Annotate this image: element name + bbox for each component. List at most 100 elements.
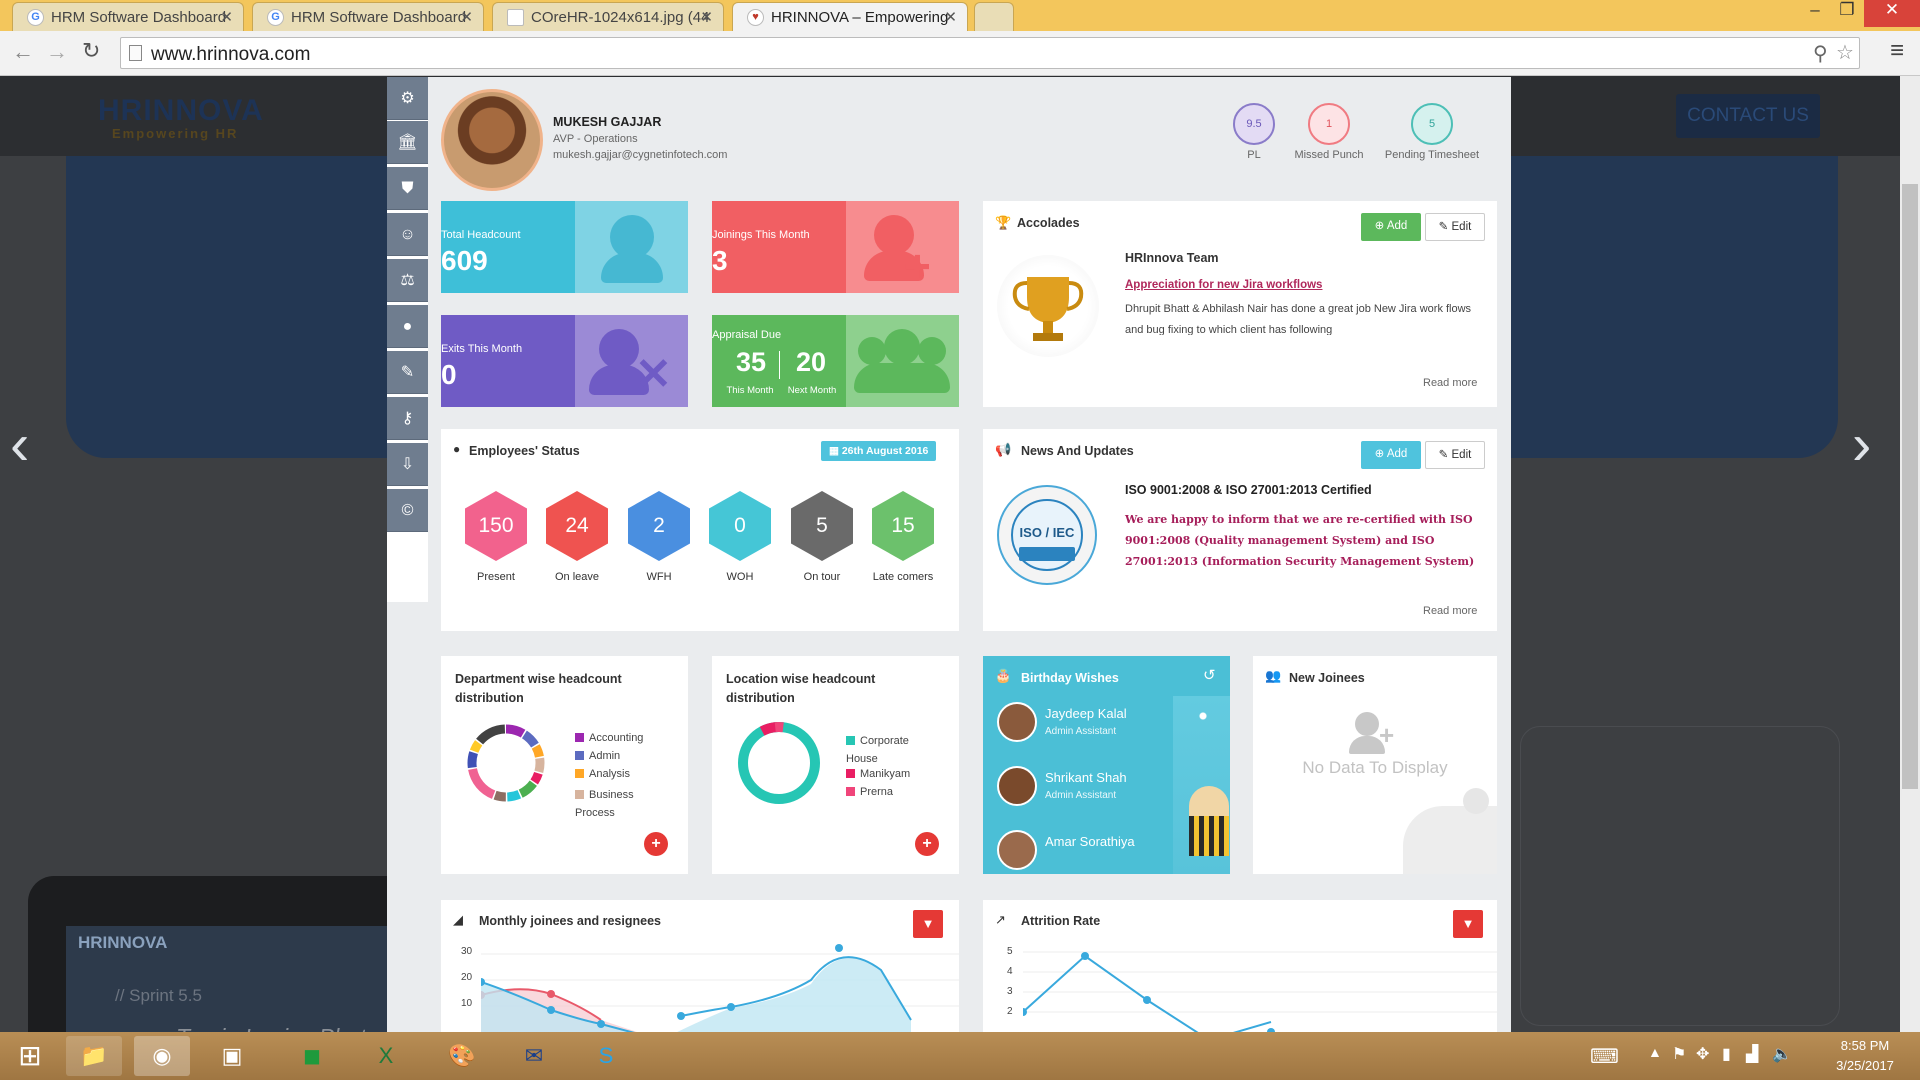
- forward-icon[interactable]: →: [46, 39, 68, 65]
- gear-icon[interactable]: ⚙: [387, 77, 428, 120]
- google-icon: G: [267, 9, 284, 26]
- late-comers-hexagon[interactable]: 15: [872, 491, 934, 561]
- bank-icon[interactable]: 🏛: [387, 121, 428, 164]
- file-explorer-icon[interactable]: 📁: [66, 1036, 122, 1076]
- minimize-icon[interactable]: –: [1800, 0, 1830, 27]
- carousel-next-icon[interactable]: ›: [1852, 411, 1871, 478]
- back-icon[interactable]: ←: [12, 39, 34, 65]
- battery-icon[interactable]: ▮: [1722, 1044, 1731, 1064]
- woh-label: WOH: [726, 571, 754, 583]
- filter-button[interactable]: ▼: [1453, 910, 1483, 938]
- excel-icon[interactable]: X: [358, 1036, 414, 1076]
- monthly-line-chart: [481, 944, 959, 1032]
- browser-tab-strip: G HRM Software Dashboard ✕ G HRM Softwar…: [0, 0, 1920, 31]
- birthday-card: 🎂 Birthday Wishes ↺ Jaydeep Kalal Admin …: [983, 656, 1230, 874]
- remove-user-icon: [599, 329, 639, 369]
- accolades-read-more[interactable]: Read more: [1423, 377, 1477, 389]
- accessibility-icon[interactable]: ☺: [387, 213, 428, 256]
- bookmark-star-icon[interactable]: ☆: [1836, 40, 1854, 65]
- download-icon[interactable]: ⇩: [387, 443, 428, 486]
- joinings-tile[interactable]: + Joinings This Month 3: [712, 201, 959, 293]
- expand-plus-button[interactable]: +: [915, 832, 939, 856]
- carousel-prev-icon[interactable]: ‹: [10, 411, 29, 478]
- browser-tab[interactable]: G HRM Software Dashboard ✕: [12, 2, 244, 31]
- on-tour-hexagon[interactable]: 5: [791, 491, 853, 561]
- user-icon[interactable]: ●: [387, 305, 428, 348]
- add-user-icon: 👥: [1265, 668, 1282, 683]
- tag-icon[interactable]: ✎: [387, 351, 428, 394]
- maximize-icon[interactable]: ❐: [1832, 0, 1862, 27]
- scrollbar-thumb[interactable]: [1902, 184, 1918, 789]
- pending-timesheet-counter[interactable]: 5: [1411, 103, 1453, 145]
- keyboard-icon[interactable]: ⌨: [1590, 1044, 1619, 1069]
- add-news-button[interactable]: ⊕ Add: [1361, 441, 1421, 469]
- close-icon[interactable]: ✕: [944, 8, 957, 26]
- browser-tab[interactable]: G HRM Software Dashboard ✕: [252, 2, 484, 31]
- shield-icon[interactable]: ⛊: [387, 167, 428, 210]
- store-icon[interactable]: ◼: [284, 1036, 340, 1076]
- browser-tab-active[interactable]: ♥ HRINNOVA – Empowering ✕: [732, 2, 968, 31]
- status-date-badge[interactable]: ▦ 26th August 2016: [821, 441, 937, 461]
- attrition-chart-title: Attrition Rate: [1021, 914, 1101, 928]
- app-window-icon[interactable]: ▣: [204, 1036, 260, 1076]
- monthly-chart-card: ◢ Monthly joinees and resignees ▼ 30 20 …: [441, 900, 959, 1032]
- news-title: News And Updates: [1021, 444, 1134, 458]
- y-tick: 4: [1007, 966, 1013, 977]
- copyright-icon[interactable]: ©: [387, 489, 428, 532]
- add-accolade-button[interactable]: ⊕ Add: [1361, 213, 1421, 241]
- appraisal-tile[interactable]: Appraisal Due 35 20 This Month Next Mont…: [712, 315, 959, 407]
- new-joinees-card: 👥 New Joinees + No Data To Display: [1253, 656, 1497, 874]
- reload-icon[interactable]: ↻: [82, 38, 100, 64]
- new-tab-button[interactable]: [974, 2, 1014, 31]
- close-icon[interactable]: ✕: [220, 8, 233, 26]
- paint-icon[interactable]: 🎨: [434, 1036, 490, 1076]
- browser-tab[interactable]: COreHR-1024x614.jpg (44 ✕: [492, 2, 724, 31]
- chrome-icon[interactable]: ◉: [134, 1036, 190, 1076]
- edit-label: Edit: [1451, 221, 1472, 233]
- wfh-hexagon[interactable]: 2: [628, 491, 690, 561]
- contact-us-button[interactable]: CONTACT US: [1676, 94, 1820, 138]
- skype-icon[interactable]: S: [578, 1036, 634, 1076]
- close-window-icon[interactable]: ✕: [1864, 0, 1920, 27]
- on-leave-label: On leave: [554, 571, 600, 583]
- pl-counter[interactable]: 9.5: [1233, 103, 1275, 145]
- cupcake-frosting: [1189, 786, 1229, 820]
- volume-icon[interactable]: 🔈: [1772, 1044, 1792, 1064]
- url-field[interactable]: www.hrinnova.com ⚲ ☆: [120, 37, 1860, 69]
- mail-icon[interactable]: ✉: [506, 1036, 562, 1076]
- flag-icon[interactable]: ⚑: [1672, 1044, 1686, 1064]
- attrition-line-chart: [1023, 951, 1497, 1032]
- profile-title: AVP - Operations: [553, 133, 638, 145]
- birthday-name: Shrikant Shah: [1045, 770, 1127, 785]
- clock-date[interactable]: 3/25/2017: [1820, 1058, 1910, 1073]
- accolade-link[interactable]: Appreciation for new Jira workflows: [1125, 279, 1322, 291]
- clock-time[interactable]: 8:58 PM: [1820, 1038, 1910, 1053]
- refresh-icon[interactable]: ↺: [1203, 666, 1216, 684]
- expand-plus-button[interactable]: +: [644, 832, 668, 856]
- missed-punch-counter[interactable]: 1: [1308, 103, 1350, 145]
- trophy-icon: 🏆: [995, 215, 1012, 230]
- on-leave-hexagon[interactable]: 24: [546, 491, 608, 561]
- edit-news-button[interactable]: ✎ Edit: [1425, 441, 1485, 469]
- legend-item: Admin: [575, 750, 620, 762]
- woh-hexagon[interactable]: 0: [709, 491, 771, 561]
- y-tick: 2: [1007, 1006, 1013, 1017]
- signal-icon[interactable]: ▟: [1746, 1044, 1758, 1064]
- exits-tile[interactable]: ✕ Exits This Month 0: [441, 315, 688, 407]
- filter-button[interactable]: ▼: [913, 910, 943, 938]
- page-icon: [129, 45, 142, 61]
- show-hidden-icons-icon[interactable]: ▲: [1648, 1044, 1662, 1060]
- present-hexagon[interactable]: 150: [465, 491, 527, 561]
- edit-accolade-button[interactable]: ✎ Edit: [1425, 213, 1485, 241]
- news-read-more[interactable]: Read more: [1423, 605, 1477, 617]
- dropbox-icon[interactable]: ✥: [1696, 1044, 1709, 1064]
- headcount-tile[interactable]: Total Headcount 609: [441, 201, 688, 293]
- close-icon[interactable]: ✕: [460, 8, 473, 26]
- zoom-icon[interactable]: ⚲: [1813, 41, 1828, 66]
- windows-start-icon[interactable]: ⊞: [4, 1036, 56, 1076]
- scale-icon[interactable]: ⚖: [387, 259, 428, 302]
- key-icon[interactable]: ⚷: [387, 397, 428, 440]
- menu-icon[interactable]: ≡: [1890, 37, 1904, 65]
- appraisal-next-month-label: Next Month: [787, 385, 837, 396]
- close-icon[interactable]: ✕: [700, 8, 713, 26]
